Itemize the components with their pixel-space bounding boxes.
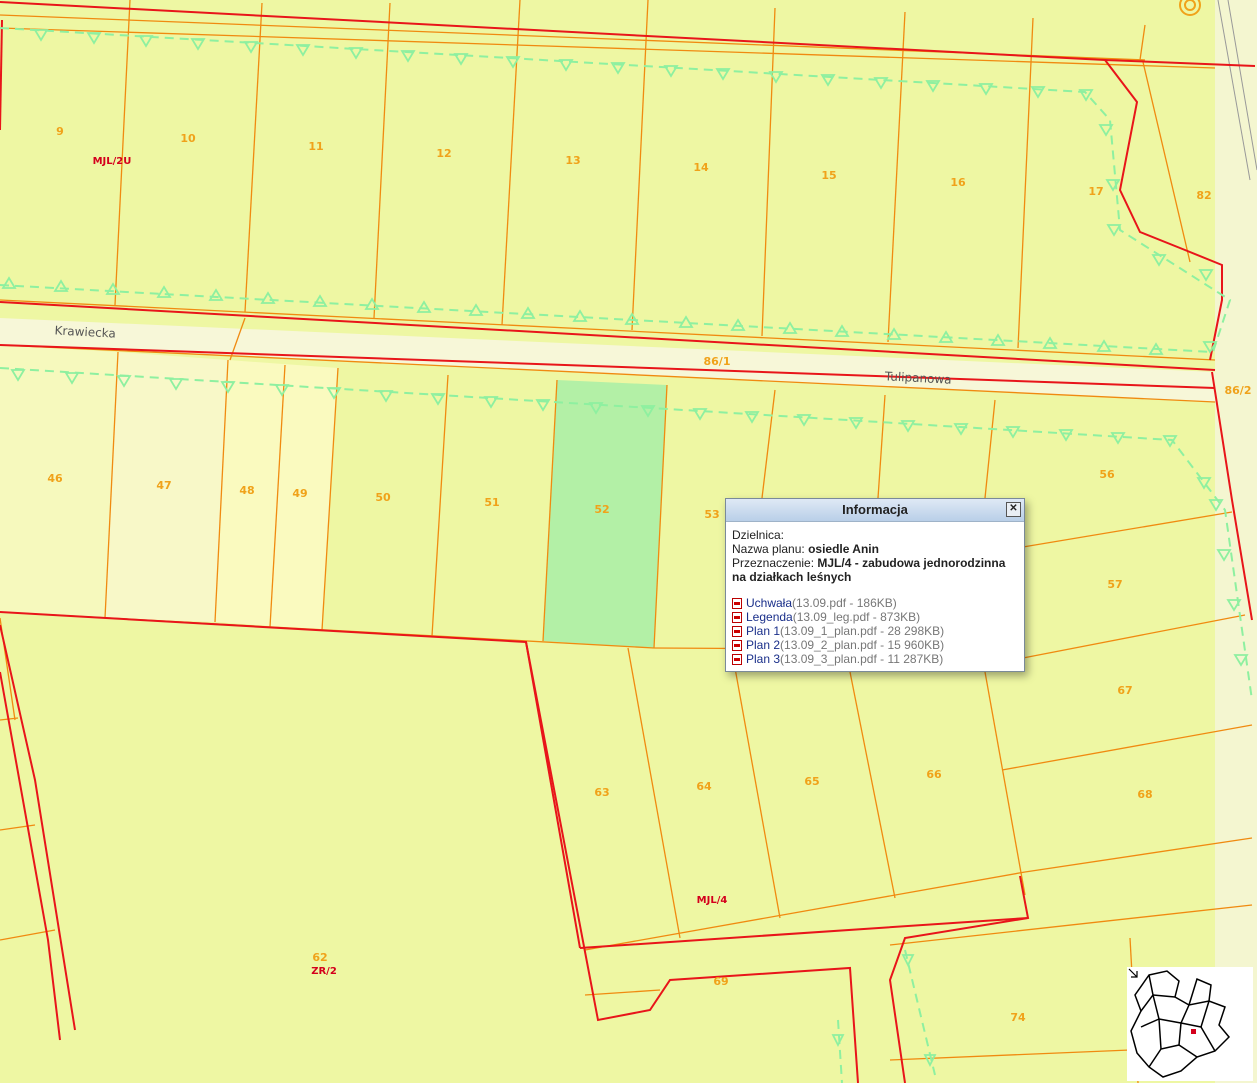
- parcel-label: 67: [1117, 684, 1132, 697]
- pdf-icon: [732, 597, 742, 609]
- popup-header: Informacja ✕: [726, 499, 1024, 522]
- document-list: Uchwała (13.09.pdf - 186KB) Legenda (13.09…: [732, 596, 1018, 666]
- parcel-label: 52: [594, 503, 609, 516]
- parcel-label: 15: [821, 169, 836, 182]
- parcel-label: 66: [926, 768, 942, 781]
- zone-label: ZR/2: [311, 966, 337, 977]
- current-view-marker: [1191, 1029, 1196, 1034]
- overview-minimap[interactable]: [1127, 967, 1253, 1081]
- document-link[interactable]: Uchwała: [746, 596, 792, 610]
- document-link[interactable]: Plan 3: [746, 652, 780, 666]
- document-link[interactable]: Plan 2: [746, 638, 780, 652]
- parcel-label: 62: [312, 951, 327, 964]
- close-icon[interactable]: ✕: [1006, 502, 1021, 517]
- parcel-label: 53: [704, 508, 719, 521]
- parcel-label: 9: [56, 125, 64, 138]
- parcel-label: 56: [1099, 468, 1115, 481]
- pdf-icon: [732, 653, 742, 665]
- zone-label: MJL/4: [697, 895, 728, 906]
- parcel-label: 10: [180, 132, 196, 145]
- zoning-map[interactable]: Krawiecka Tulipanowa 9 10 11 12 13 14 15…: [0, 0, 1257, 1083]
- parcel-label: 14: [693, 161, 709, 174]
- plan-name-label: Nazwa planu:: [732, 542, 805, 556]
- purpose-row: Przeznaczenie: MJL/4 - zabudowa jednorod…: [732, 556, 1018, 584]
- parcel-label: 17: [1088, 185, 1103, 198]
- document-meta: (13.09_2_plan.pdf - 15 960KB): [780, 638, 945, 652]
- document-item[interactable]: Plan 3 (13.09_3_plan.pdf - 11 287KB): [732, 652, 1018, 666]
- parcel-label: 63: [594, 786, 609, 799]
- parcel-label: 16: [950, 176, 966, 189]
- document-link[interactable]: Plan 1: [746, 624, 780, 638]
- purpose-label: Przeznaczenie:: [732, 556, 815, 570]
- parcel-label: 68: [1137, 788, 1152, 801]
- pdf-icon: [732, 611, 742, 623]
- parcel-label: 57: [1107, 578, 1122, 591]
- document-meta: (13.09.pdf - 186KB): [792, 596, 897, 610]
- parcel-label: 51: [484, 496, 499, 509]
- document-meta: (13.09_1_plan.pdf - 28 298KB): [780, 624, 945, 638]
- document-link[interactable]: Legenda: [746, 610, 793, 624]
- pdf-icon: [732, 639, 742, 651]
- plan-name-value: osiedle Anin: [808, 542, 879, 556]
- parcel-label: 46: [47, 472, 63, 485]
- parcel-label: 11: [308, 140, 323, 153]
- parcel-label: 82: [1196, 189, 1211, 202]
- parcel-label: 50: [375, 491, 391, 504]
- parcel-label: 74: [1010, 1011, 1026, 1024]
- info-popup: Informacja ✕ Dzielnica: Nazwa planu: osi…: [725, 498, 1025, 672]
- document-meta: (13.09_leg.pdf - 873KB): [792, 610, 921, 624]
- parcel-label: 86/1: [704, 355, 731, 368]
- document-item[interactable]: Uchwała (13.09.pdf - 186KB): [732, 596, 1018, 610]
- parcel-label: 49: [292, 487, 307, 500]
- parcel-label: 48: [239, 484, 254, 497]
- parcel-label: 47: [156, 479, 171, 492]
- popup-body: Dzielnica: Nazwa planu: osiedle Anin Prz…: [726, 522, 1024, 666]
- zone-label: MJL/2U: [93, 156, 132, 167]
- district-label: Dzielnica:: [732, 528, 785, 542]
- district-row: Dzielnica:: [732, 528, 1018, 542]
- document-item[interactable]: Plan 1 (13.09_1_plan.pdf - 28 298KB): [732, 624, 1018, 638]
- document-item[interactable]: Legenda (13.09_leg.pdf - 873KB): [732, 610, 1018, 624]
- parcel-label: 64: [696, 780, 712, 793]
- parcel-label: 12: [436, 147, 451, 160]
- parcel-label: 13: [565, 154, 580, 167]
- pdf-icon: [732, 625, 742, 637]
- plan-name-row: Nazwa planu: osiedle Anin: [732, 542, 1018, 556]
- parcel-label: 69: [713, 975, 728, 988]
- parcel-label: 86/2: [1225, 384, 1252, 397]
- parcel-label: 65: [804, 775, 819, 788]
- popup-title: Informacja: [842, 502, 908, 517]
- document-item[interactable]: Plan 2 (13.09_2_plan.pdf - 15 960KB): [732, 638, 1018, 652]
- document-meta: (13.09_3_plan.pdf - 11 287KB): [780, 652, 944, 666]
